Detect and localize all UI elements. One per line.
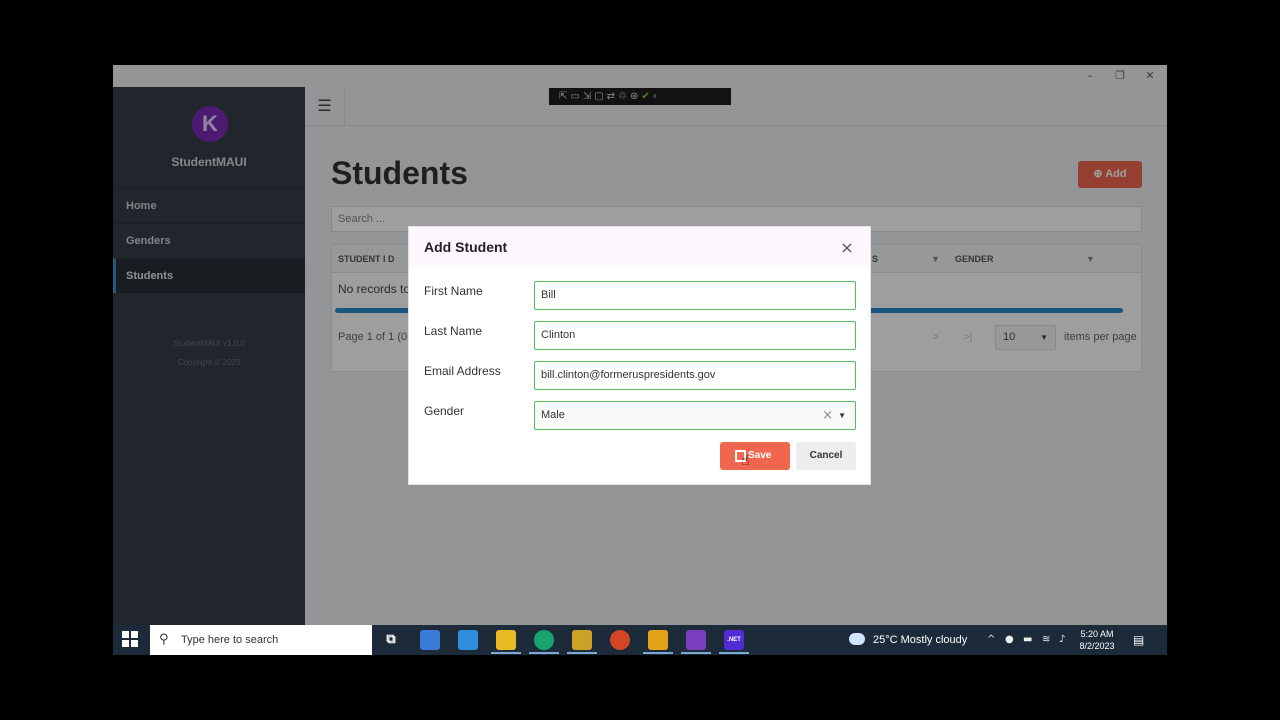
search-icon: ⚲ xyxy=(159,632,169,647)
mail-icon[interactable] xyxy=(458,630,478,650)
last-name-field[interactable]: Clinton xyxy=(534,321,856,350)
powerpoint-icon[interactable] xyxy=(610,630,630,650)
clear-icon[interactable]: × xyxy=(822,402,833,429)
clock-time: 5:20 AM xyxy=(1080,629,1114,639)
snipping-tool-icon[interactable] xyxy=(572,630,592,650)
gender-select[interactable]: Male × ▼ xyxy=(534,401,856,430)
save-button[interactable]: Save xyxy=(720,442,790,470)
running-indicator xyxy=(643,652,673,654)
running-indicator xyxy=(567,652,597,654)
first-name-field[interactable]: Bill xyxy=(534,281,856,310)
microphone-icon[interactable]: ● xyxy=(1005,625,1014,655)
email-field[interactable]: bill.clinton@formeruspresidents.gov xyxy=(534,361,856,390)
first-name-label: First Name xyxy=(424,284,483,298)
clock-date: 8/2/2023 xyxy=(1079,641,1115,651)
weather-cloud-icon xyxy=(849,633,865,645)
edge-icon[interactable] xyxy=(534,630,554,650)
close-icon[interactable]: × xyxy=(837,238,857,258)
task-view-icon[interactable]: ⧉ xyxy=(381,630,401,650)
weather-text[interactable]: 25°C Mostly cloudy xyxy=(873,625,967,655)
gender-label: Gender xyxy=(424,404,465,418)
save-button-label: Save xyxy=(748,450,772,461)
taskbar-clock[interactable]: 5:20 AM 8/2/2023 xyxy=(1075,628,1119,652)
windows-taskbar: ⚲ Type here to search ⧉ .NET 25°C Mostly… xyxy=(113,625,1167,655)
gender-value: Male xyxy=(541,409,565,421)
dialog-header: Add Student × xyxy=(409,227,870,267)
sublime-icon[interactable] xyxy=(648,630,668,650)
wifi-icon[interactable]: ≋ xyxy=(1042,625,1050,655)
windows-start-icon[interactable] xyxy=(122,631,140,649)
running-indicator xyxy=(529,652,559,654)
chevron-up-icon[interactable]: ^ xyxy=(987,625,995,655)
dialog-title: Add Student xyxy=(424,239,508,255)
notification-icon[interactable]: ▤ xyxy=(1133,625,1144,655)
chevron-down-icon[interactable]: ▼ xyxy=(838,402,846,429)
volume-icon[interactable]: ♪ xyxy=(1059,625,1065,655)
email-label: Email Address xyxy=(424,364,501,378)
cancel-button[interactable]: Cancel xyxy=(796,442,856,470)
taskbar-search-placeholder: Type here to search xyxy=(181,634,279,646)
hand-pointer-icon: ☝ xyxy=(741,453,750,469)
app-window: – ❐ ✕ K StudentMAUI Home Genders Student… xyxy=(113,65,1167,655)
dotnet-app-icon[interactable]: .NET xyxy=(724,630,744,650)
running-indicator xyxy=(719,652,749,654)
taskbar-search-input[interactable]: ⚲ Type here to search xyxy=(150,625,372,655)
visual-studio-icon[interactable] xyxy=(686,630,706,650)
store-icon[interactable] xyxy=(420,630,440,650)
file-explorer-icon[interactable] xyxy=(496,630,516,650)
battery-icon[interactable]: ▬ xyxy=(1023,625,1032,655)
running-indicator xyxy=(491,652,521,654)
add-student-dialog: Add Student × First Name Bill Last Name … xyxy=(408,226,871,485)
running-indicator xyxy=(681,652,711,654)
last-name-label: Last Name xyxy=(424,324,483,338)
